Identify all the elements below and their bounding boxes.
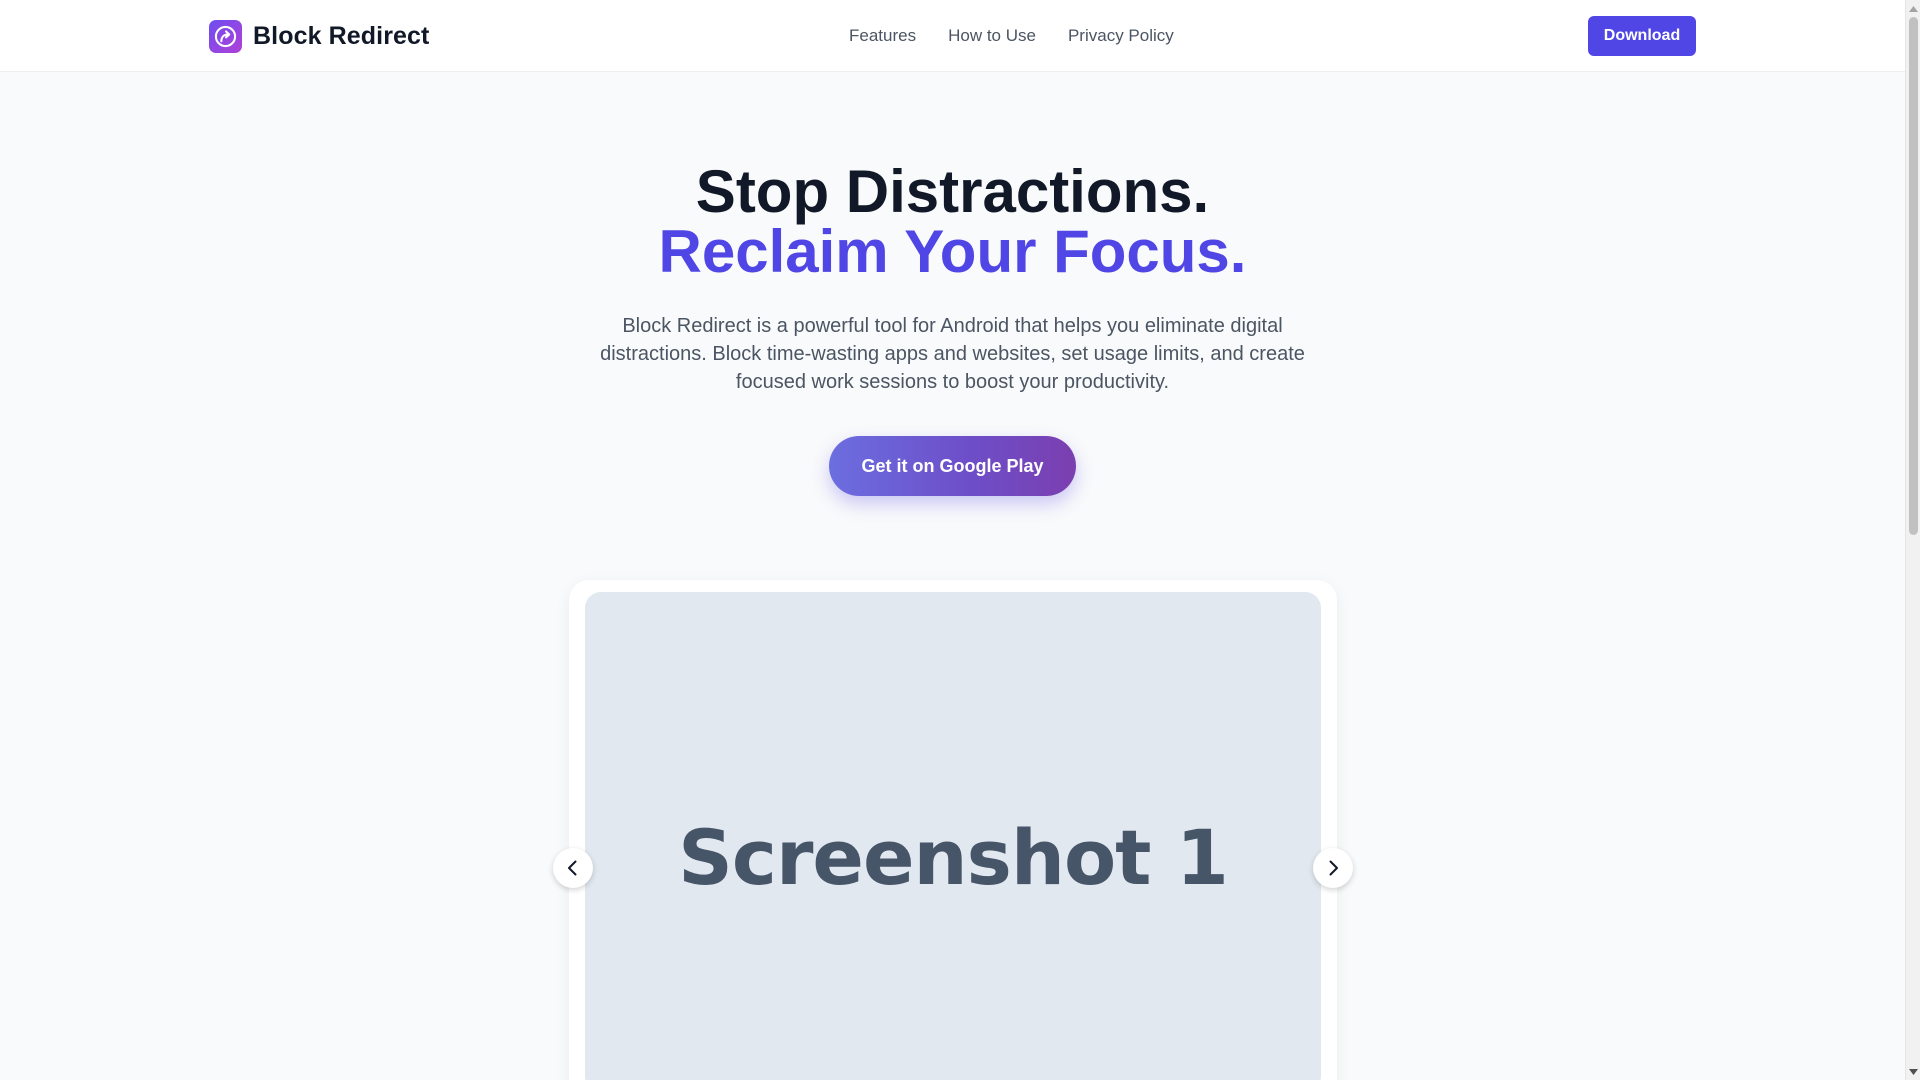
scroll-down-arrow-icon[interactable] (1906, 1063, 1920, 1080)
page-scrollbar[interactable] (1905, 0, 1920, 1080)
brand-name: Block Redirect (253, 21, 430, 50)
carousel-prev-button[interactable] (553, 848, 593, 888)
hero-title-line-2: Reclaim Your Focus. (658, 218, 1247, 285)
nav-how-to-use[interactable]: How to Use (948, 25, 1036, 47)
slide-label: Screenshot 1 (678, 812, 1229, 902)
page: Block Redirect Features How to Use Priva… (0, 0, 1920, 1080)
google-play-button[interactable]: Get it on Google Play (829, 436, 1076, 496)
main-nav: Features How to Use Privacy Policy (849, 25, 1174, 47)
download-button[interactable]: Download (1588, 16, 1696, 56)
redirect-logo-icon (209, 19, 242, 53)
hero-title: Stop Distractions. Reclaim Your Focus. (0, 162, 1905, 282)
hero-description: Block Redirect is a powerful tool for An… (600, 315, 1305, 393)
scroll-up-arrow-icon[interactable] (1906, 0, 1920, 17)
site-header: Block Redirect Features How to Use Priva… (0, 0, 1905, 72)
chevron-right-icon (1329, 860, 1338, 876)
chevron-left-icon (568, 860, 577, 876)
scrollbar-thumb[interactable] (1909, 17, 1918, 535)
nav-privacy-policy[interactable]: Privacy Policy (1068, 25, 1174, 47)
carousel-slide: Screenshot 1 (585, 592, 1321, 1080)
nav-features[interactable]: Features (849, 25, 916, 47)
hero-title-line-1: Stop Distractions. (695, 158, 1210, 225)
carousel-next-button[interactable] (1313, 848, 1353, 888)
brand-link[interactable]: Block Redirect (209, 19, 429, 53)
